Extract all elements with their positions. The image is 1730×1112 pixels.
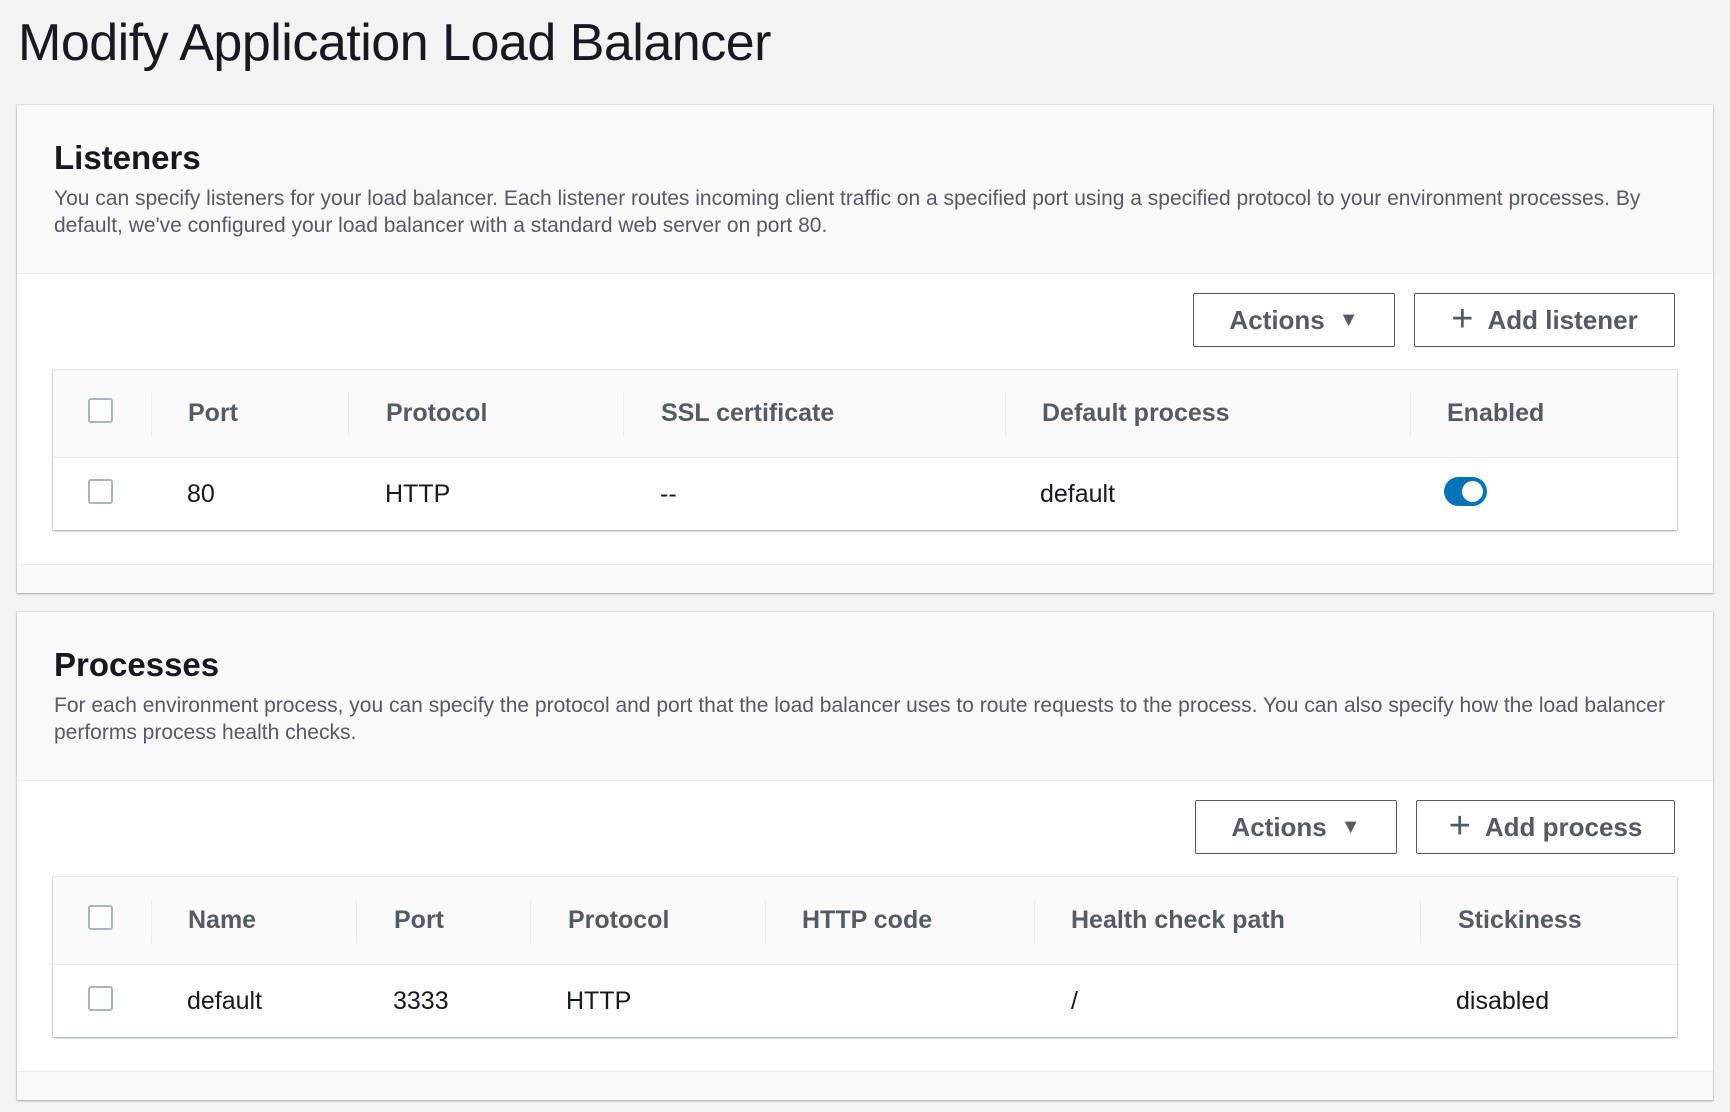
page-title: Modify Application Load Balancer — [18, 14, 771, 72]
column-header-http-code[interactable]: HTTP code — [802, 877, 932, 964]
column-divider — [1410, 392, 1411, 436]
column-header-port[interactable]: Port — [394, 877, 444, 964]
process-protocol: HTTP — [566, 986, 632, 1015]
plus-icon: + — [1448, 804, 1471, 847]
column-divider — [348, 392, 349, 436]
table-row[interactable]: 80 HTTP -- default — [53, 458, 1677, 530]
column-divider — [151, 392, 152, 436]
listeners-heading: Listeners — [54, 139, 201, 176]
table-row[interactable]: default 3333 HTTP / disabled — [53, 965, 1677, 1037]
select-all-processes-checkbox[interactable] — [88, 905, 113, 930]
process-health-check-path: / — [1071, 986, 1078, 1015]
column-header-port[interactable]: Port — [188, 370, 238, 457]
add-process-button[interactable]: + Add process — [1416, 800, 1675, 854]
processes-table: Name Port Protocol HTTP code Health chec… — [53, 877, 1677, 1037]
caret-down-icon: ▼ — [1340, 815, 1361, 838]
listener-port: 80 — [187, 479, 215, 508]
processes-table-header: Name Port Protocol HTTP code Health chec… — [53, 877, 1677, 965]
column-divider — [1420, 899, 1421, 943]
column-divider — [623, 392, 624, 436]
add-listener-label: Add listener — [1487, 304, 1638, 335]
listener-protocol: HTTP — [385, 479, 451, 508]
row-checkbox[interactable] — [88, 986, 113, 1011]
column-header-default-process[interactable]: Default process — [1042, 370, 1230, 457]
plus-icon: + — [1451, 297, 1474, 340]
processes-body: Actions ▼ + Add process Name Port Protoc… — [17, 781, 1713, 1071]
listener-default-process: default — [1040, 479, 1116, 508]
process-name: default — [187, 986, 263, 1015]
listeners-actions-button[interactable]: Actions ▼ — [1193, 293, 1395, 347]
column-header-name[interactable]: Name — [188, 877, 256, 964]
processes-header: Processes For each environment process, … — [17, 612, 1713, 781]
processes-actions-label: Actions — [1231, 811, 1327, 842]
listeners-header: Listeners You can specify listeners for … — [17, 105, 1713, 274]
listeners-actions-label: Actions — [1229, 304, 1325, 335]
add-listener-button[interactable]: + Add listener — [1414, 293, 1675, 347]
processes-heading: Processes — [54, 646, 220, 683]
listeners-table-header: Port Protocol SSL certificate Default pr… — [53, 370, 1677, 458]
processes-panel: Processes For each environment process, … — [17, 612, 1713, 1100]
column-divider — [530, 899, 531, 943]
listener-ssl-certificate: -- — [660, 479, 677, 508]
listeners-panel: Listeners You can specify listeners for … — [17, 105, 1713, 593]
column-divider — [1005, 392, 1006, 436]
processes-footer — [17, 1071, 1713, 1100]
listeners-body: Actions ▼ + Add listener Port Protocol S… — [17, 274, 1713, 564]
process-port: 3333 — [393, 986, 449, 1015]
row-checkbox[interactable] — [88, 479, 113, 504]
listeners-footer — [17, 564, 1713, 593]
column-divider — [151, 899, 152, 943]
column-header-stickiness[interactable]: Stickiness — [1458, 877, 1582, 964]
column-divider — [765, 899, 766, 943]
process-stickiness: disabled — [1456, 986, 1550, 1015]
toggle-on-icon — [1462, 481, 1483, 502]
column-header-enabled[interactable]: Enabled — [1447, 370, 1544, 457]
listeners-table: Port Protocol SSL certificate Default pr… — [53, 370, 1677, 530]
listeners-description: You can specify listeners for your load … — [54, 187, 1641, 237]
column-divider — [356, 899, 357, 943]
column-header-protocol[interactable]: Protocol — [386, 370, 487, 457]
caret-down-icon: ▼ — [1338, 308, 1359, 331]
listener-enabled-toggle[interactable] — [1444, 477, 1487, 506]
column-header-health-check-path[interactable]: Health check path — [1071, 877, 1285, 964]
column-header-protocol[interactable]: Protocol — [568, 877, 669, 964]
select-all-listeners-checkbox[interactable] — [88, 398, 113, 423]
column-divider — [1034, 899, 1035, 943]
processes-description: For each environment process, you can sp… — [54, 694, 1665, 744]
add-process-label: Add process — [1484, 811, 1643, 842]
column-header-ssl-certificate[interactable]: SSL certificate — [661, 370, 834, 457]
processes-actions-button[interactable]: Actions ▼ — [1195, 800, 1397, 854]
page: Modify Application Load Balancer Listene… — [0, 0, 1730, 1112]
